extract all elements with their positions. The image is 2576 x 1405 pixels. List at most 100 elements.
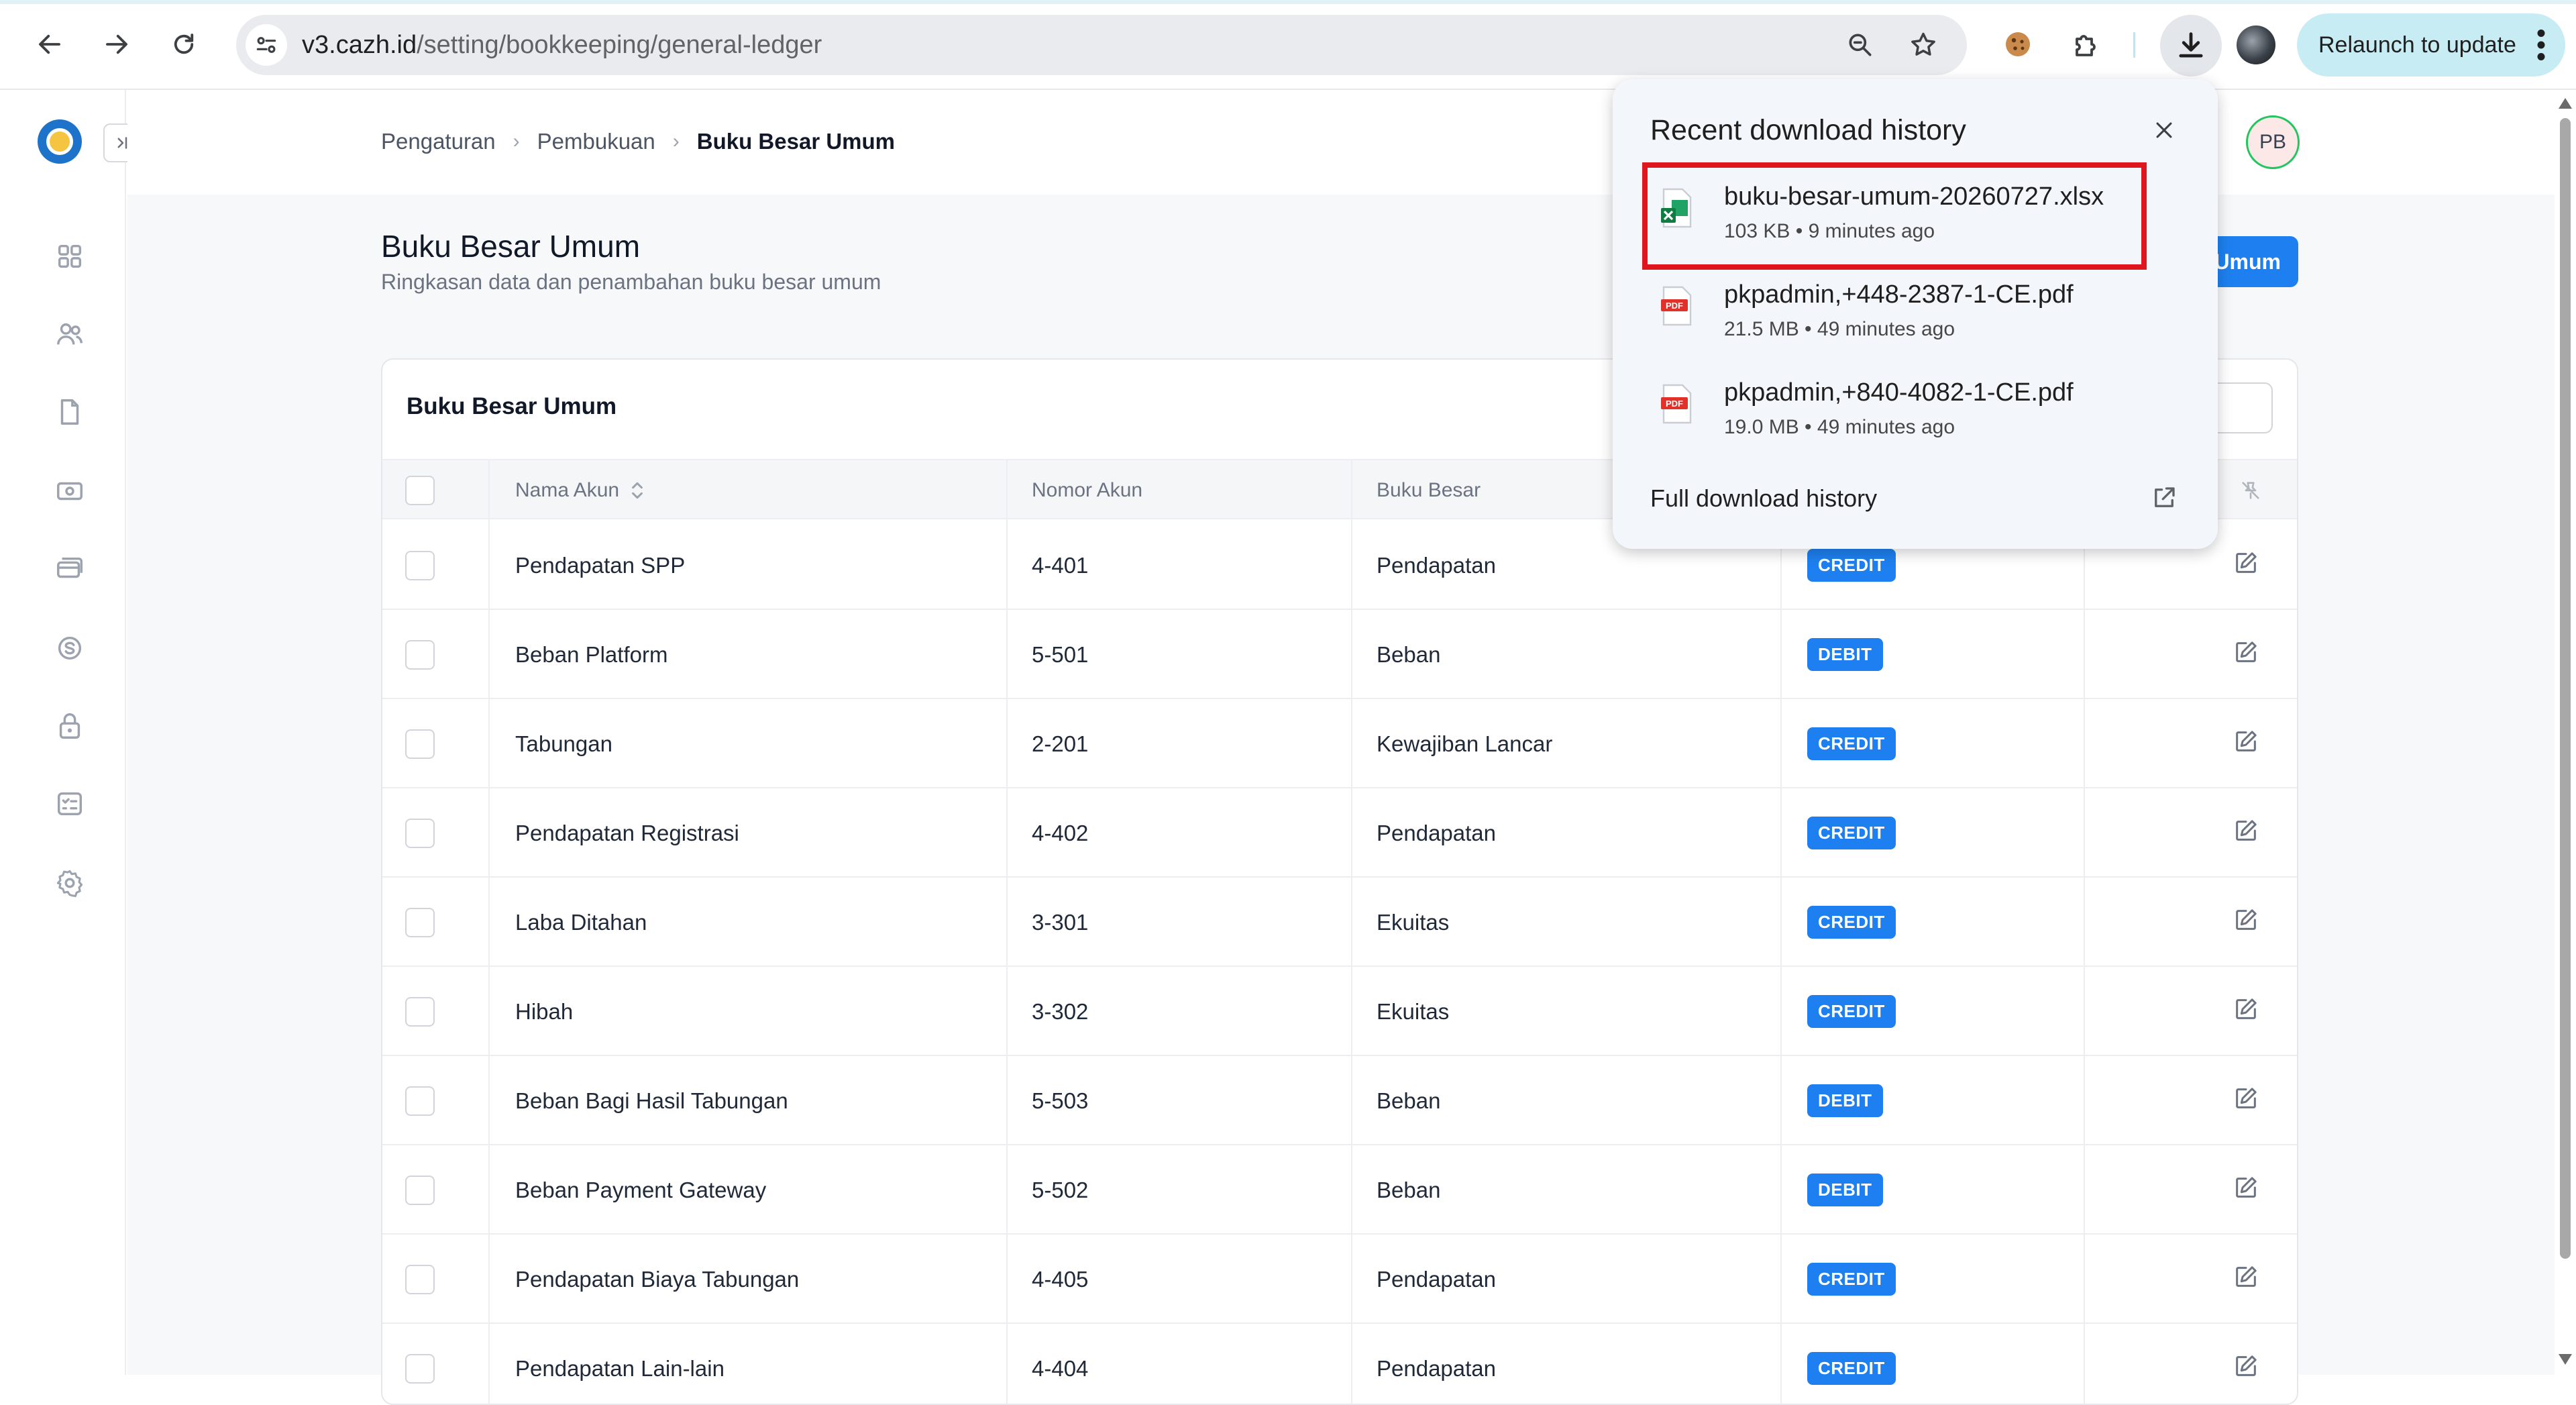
table-row: Beban Bagi Hasil Tabungan 5-503 Beban DEBIT <box>382 1056 2297 1145</box>
url-text[interactable]: v3.cazh.id/setting/bookkeeping/general-l… <box>302 31 822 60</box>
cell-buku-besar: Beban <box>1377 1088 1441 1113</box>
type-badge: DEBIT <box>1807 1174 1883 1206</box>
page-title: Buku Besar Umum <box>381 229 641 264</box>
edit-button[interactable] <box>2233 1324 2259 1404</box>
type-badge: CREDIT <box>1807 1352 1896 1385</box>
arrow-left-icon <box>39 34 60 54</box>
address-bar[interactable]: v3.cazh.id/setting/bookkeeping/general-l… <box>236 15 1967 75</box>
column-label-nama-akun: Nama Akun <box>515 479 620 501</box>
row-checkbox-cell <box>405 788 435 878</box>
column-visibility-button[interactable] <box>2239 460 2262 521</box>
download-history-popup: Recent download history buku-besar-umum-… <box>1613 79 2218 549</box>
row-checkbox[interactable] <box>405 1264 435 1294</box>
row-checkbox[interactable] <box>405 550 435 580</box>
open-in-new-icon <box>2155 487 2175 507</box>
download-item[interactable]: PDF pkpadmin,+448-2387-1-CE.pdf 21.5 MB … <box>1637 260 2194 354</box>
cell-type: DEBIT <box>1807 1145 1883 1235</box>
more-vert-icon <box>2537 30 2545 60</box>
breadcrumb-item-pembukuan[interactable]: Pembukuan <box>537 129 655 154</box>
sidebar-item-savings[interactable] <box>50 628 90 668</box>
relaunch-button[interactable]: Relaunch to update <box>2297 13 2565 76</box>
cell-nama-akun: Pendapatan Biaya Tabungan <box>515 1266 800 1292</box>
cell-nomor-akun: 3-302 <box>1032 998 1089 1024</box>
row-checkbox[interactable] <box>405 907 435 937</box>
cell-nomor-akun: 4-405 <box>1032 1266 1089 1292</box>
edit-button[interactable] <box>2233 788 2259 878</box>
cell-nama-akun: Laba Ditahan <box>515 909 647 935</box>
breadcrumb-item-pengaturan[interactable]: Pengaturan <box>381 129 496 154</box>
row-checkbox-cell <box>405 521 435 610</box>
open-in-new-button[interactable] <box>2145 479 2183 517</box>
row-checkbox[interactable] <box>405 818 435 848</box>
edit-button[interactable] <box>2233 967 2259 1056</box>
close-button[interactable] <box>2145 111 2183 149</box>
edit-button[interactable] <box>2233 610 2259 699</box>
pdf-file-icon: PDF <box>1661 384 1692 424</box>
app-logo[interactable] <box>38 119 82 164</box>
table-row: Beban Platform 5-501 Beban DEBIT <box>382 610 2297 699</box>
sort-icon[interactable] <box>630 480 645 501</box>
sidebar-item-cards[interactable] <box>50 549 90 589</box>
back-button[interactable] <box>28 23 71 66</box>
column-label-nomor-akun: Nomor Akun <box>1032 479 1143 501</box>
cell-buku-besar: Kewajiban Lancar <box>1377 731 1553 756</box>
zoom-button[interactable] <box>1842 27 1878 63</box>
browser-profile-avatar[interactable] <box>2237 25 2275 64</box>
forward-button[interactable] <box>95 23 138 66</box>
edit-button[interactable] <box>2233 878 2259 967</box>
user-avatar[interactable]: PB <box>2246 115 2300 169</box>
row-checkbox[interactable] <box>405 1353 435 1384</box>
sidebar-item-dashboard[interactable] <box>50 236 90 276</box>
table-card-title: Buku Besar Umum <box>407 393 617 419</box>
edit-button[interactable] <box>2233 1056 2259 1145</box>
page-scrollbar[interactable] <box>2555 90 2576 1375</box>
sidebar-item-documents[interactable] <box>50 392 90 432</box>
table-row: Beban Payment Gateway 5-502 Beban DEBIT <box>382 1145 2297 1235</box>
table-row: Pendapatan Registrasi 4-402 Pendapatan CRED… <box>382 788 2297 878</box>
download-item[interactable]: PDF pkpadmin,+840-4082-1-CE.pdf 19.0 MB … <box>1637 358 2194 452</box>
row-checkbox[interactable] <box>405 996 435 1027</box>
edit-button[interactable] <box>2233 1235 2259 1324</box>
row-checkbox[interactable] <box>405 1086 435 1116</box>
arrow-right-icon <box>106 34 127 54</box>
pdf-file-icon: PDF <box>1661 286 1692 326</box>
cookie-extension-button[interactable] <box>1996 23 2039 66</box>
svg-text:PDF: PDF <box>1666 399 1683 409</box>
scroll-down-arrow-icon[interactable] <box>2559 1354 2572 1365</box>
sidebar-item-reports[interactable] <box>50 784 90 824</box>
cell-buku-besar: Pendapatan <box>1377 1355 1497 1381</box>
cell-nomor-akun: 4-401 <box>1032 552 1089 578</box>
edit-button[interactable] <box>2233 1145 2259 1235</box>
edit-button[interactable] <box>2233 521 2259 610</box>
pin-off-icon <box>2242 482 2259 499</box>
edit-button[interactable] <box>2233 699 2259 788</box>
table-row: Tabungan 2-201 Kewajiban Lancar CREDIT <box>382 699 2297 788</box>
row-checkbox-cell <box>405 1235 435 1324</box>
row-checkbox[interactable] <box>405 729 435 759</box>
edit-icon <box>2233 817 2259 849</box>
sidebar-item-security[interactable] <box>50 706 90 746</box>
cell-nomor-akun: 5-501 <box>1032 641 1089 667</box>
bookmark-button[interactable] <box>1905 27 1941 63</box>
download-highlight-box <box>1642 162 2147 270</box>
tune-icon <box>256 37 276 53</box>
browser-toolbar: v3.cazh.id/setting/bookkeeping/general-l… <box>0 0 2576 90</box>
full-download-history-link[interactable]: Full download history <box>1650 484 1877 513</box>
cell-type: DEBIT <box>1807 610 1883 699</box>
scroll-up-arrow-icon[interactable] <box>2559 98 2572 109</box>
site-info-button[interactable] <box>246 24 287 66</box>
cell-buku-besar: Pendapatan <box>1377 820 1497 845</box>
row-checkbox[interactable] <box>405 639 435 670</box>
sidebar-item-users[interactable] <box>50 314 90 354</box>
sidebar-item-settings[interactable] <box>50 863 90 903</box>
downloads-button[interactable] <box>2160 15 2222 76</box>
column-header-nomor-akun[interactable]: Nomor Akun <box>1032 460 1142 521</box>
sidebar-item-payments[interactable] <box>50 471 90 511</box>
select-all-checkbox[interactable] <box>405 476 435 505</box>
row-checkbox[interactable] <box>405 1175 435 1205</box>
column-header-buku-besar[interactable]: Buku Besar <box>1377 460 1481 521</box>
extensions-button[interactable] <box>2065 23 2108 66</box>
column-header-nama-akun[interactable]: Nama Akun <box>515 460 645 521</box>
scrollbar-thumb[interactable] <box>2560 118 2571 1259</box>
reload-button[interactable] <box>162 23 205 66</box>
